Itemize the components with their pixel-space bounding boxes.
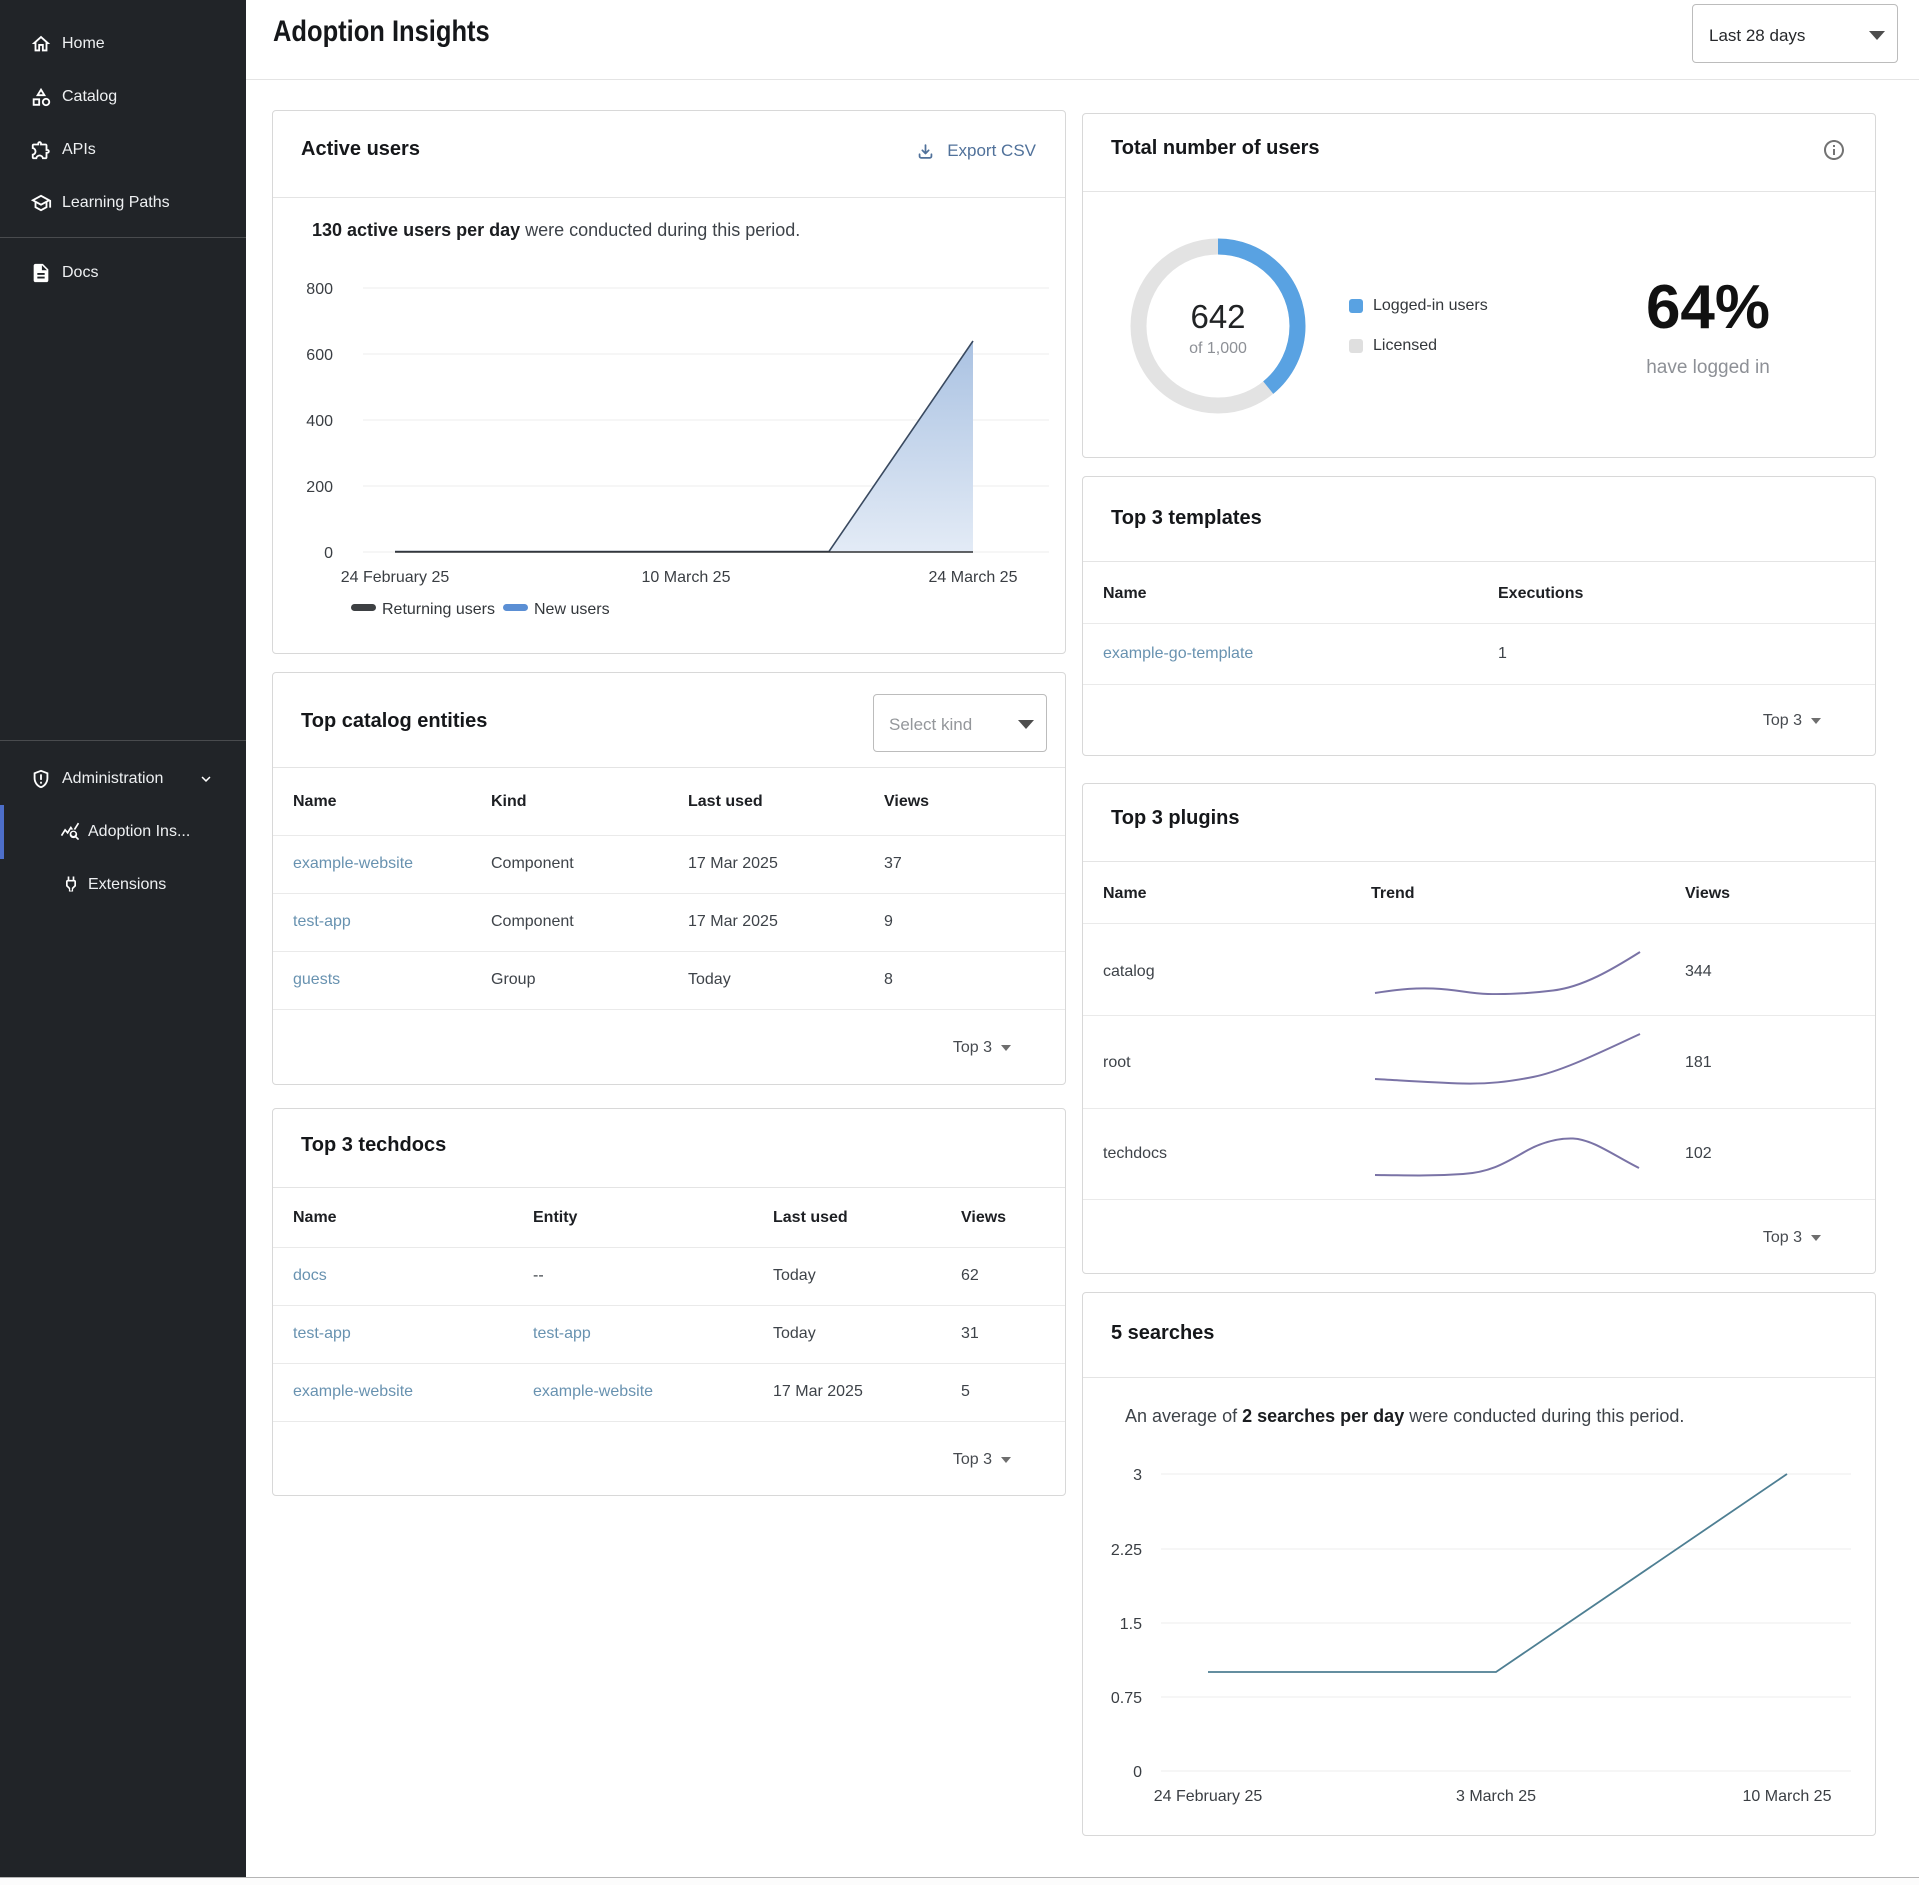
svg-text:800: 800	[306, 281, 333, 298]
svg-text:24 February 25: 24 February 25	[1154, 1788, 1263, 1805]
svg-text:10 March 25: 10 March 25	[642, 569, 731, 586]
svg-text:Returning users: Returning users	[382, 601, 495, 618]
svg-text:600: 600	[306, 347, 333, 364]
svg-text:0: 0	[324, 545, 333, 562]
svg-text:200: 200	[306, 479, 333, 496]
svg-text:0: 0	[1133, 1764, 1142, 1781]
svg-text:2.25: 2.25	[1111, 1542, 1142, 1559]
svg-text:New users: New users	[534, 601, 610, 618]
svg-text:24 February 25: 24 February 25	[341, 569, 450, 586]
svg-text:400: 400	[306, 413, 333, 430]
svg-text:3: 3	[1133, 1467, 1142, 1484]
svg-text:1.5: 1.5	[1120, 1616, 1142, 1633]
svg-text:0.75: 0.75	[1111, 1690, 1142, 1707]
svg-text:10 March 25: 10 March 25	[1743, 1788, 1832, 1805]
svg-text:24 March 25: 24 March 25	[929, 569, 1018, 586]
svg-text:3 March 25: 3 March 25	[1456, 1788, 1536, 1805]
